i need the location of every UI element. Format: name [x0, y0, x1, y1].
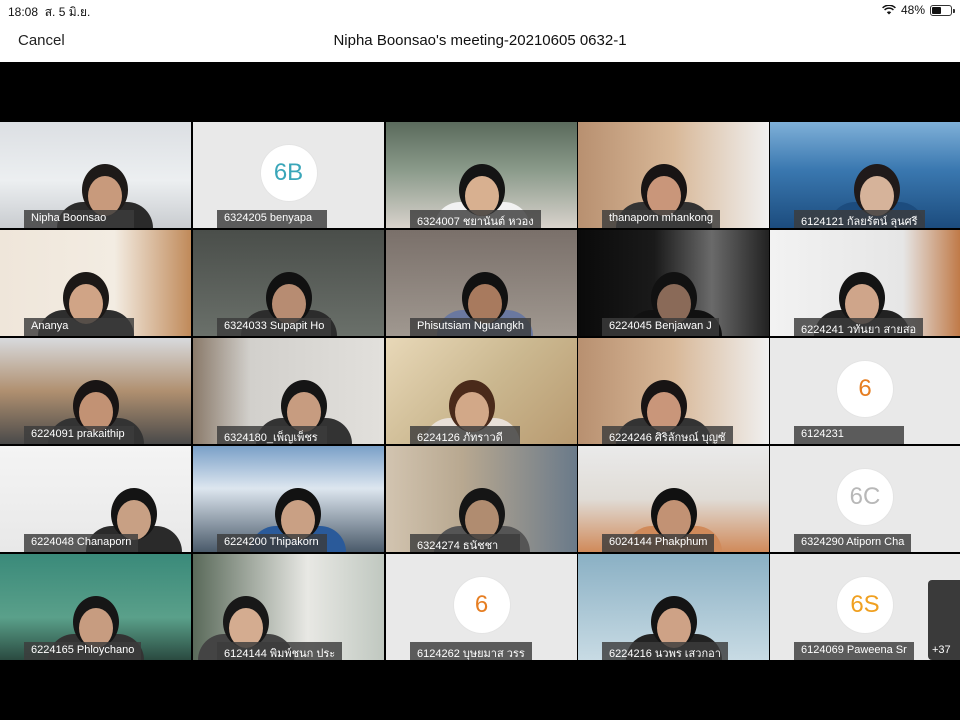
participant-avatar: 6	[453, 577, 510, 633]
meeting-title: Nipha Boonsao's meeting-20210605 0632-1	[333, 32, 627, 49]
status-date: ส. 5 มิ.ย.	[44, 5, 91, 19]
participant-tile[interactable]: 6024144 Phakphum	[578, 446, 769, 552]
participant-name: 6224091 prakaithip	[24, 426, 134, 444]
participant-name: 6224200 Thipakorn	[217, 534, 327, 552]
participant-name: 6124069 Paweena Sr	[794, 642, 914, 660]
participant-name: 6224126 ภัทราวดี	[410, 426, 520, 444]
participant-tile[interactable]: 6224241 วทันยา สายสอ	[770, 230, 960, 336]
participant-name: 6224241 วทันยา สายสอ	[794, 318, 924, 336]
participant-tile[interactable]: 6224126 ภัทราวดี	[386, 338, 577, 444]
wifi-icon	[882, 5, 896, 15]
battery-icon	[930, 4, 955, 16]
participant-tile[interactable]: 6224165 Phloychano	[0, 554, 191, 660]
participant-name: 6324180_เพ็ญเพ็ชร	[217, 426, 327, 444]
status-bar: 18:08 ส. 5 มิ.ย. 48%	[0, 0, 960, 20]
participant-name: Phisutsiam Nguangkh	[410, 318, 532, 336]
participant-name: 6324274 ธนัชชา	[410, 534, 520, 552]
battery-percent: 48%	[900, 3, 925, 17]
participant-name: 6224246 ศิริลักษณ์ บุญซั	[602, 426, 733, 444]
nav-bar: Cancel Nipha Boonsao's meeting-20210605 …	[0, 20, 960, 62]
participant-name: 6324007 ชยานันต์ หวอง	[410, 210, 541, 228]
participant-avatar: 6C	[837, 469, 893, 525]
participant-tile[interactable]: 6224048 Chanaporn	[0, 446, 191, 552]
participant-tile[interactable]: 6124121 กัลยรัตน์ ลุนศรี	[770, 122, 960, 228]
participant-tile[interactable]: Ananya	[0, 230, 191, 336]
participant-tile[interactable]: Nipha Boonsao	[0, 122, 191, 228]
participant-tile[interactable]: 6B 6324205 benyapa	[193, 122, 384, 228]
participant-name: 6224216 นวพร เสวกอา	[602, 642, 728, 660]
participant-tile[interactable]: 6324274 ธนัชชา	[386, 446, 577, 552]
participant-tile[interactable]: 6 6124231	[770, 338, 960, 444]
participant-tile[interactable]: thanaporn mhankong	[578, 122, 769, 228]
participant-tile[interactable]: Phisutsiam Nguangkh	[386, 230, 577, 336]
participant-name: Nipha Boonsao	[24, 210, 134, 228]
more-participants-button[interactable]: +37	[928, 580, 960, 660]
participant-avatar: 6	[837, 361, 893, 417]
participant-name: 6224045 Benjawan J	[602, 318, 719, 336]
participant-name: 6224165 Phloychano	[24, 642, 142, 660]
participant-tile[interactable]: 6 6124262 บุษยมาส วรร	[386, 554, 577, 660]
participant-tile[interactable]: 6224091 prakaithip	[0, 338, 191, 444]
participant-name: 6324205 benyapa	[217, 210, 327, 228]
participant-tile[interactable]: 6224246 ศิริลักษณ์ บุญซั	[578, 338, 769, 444]
status-right: 48%	[882, 3, 955, 17]
participant-name: 6024144 Phakphum	[602, 534, 715, 552]
participant-name: 6124262 บุษยมาส วรร	[410, 642, 532, 660]
participant-avatar: 6S	[837, 577, 893, 633]
participant-name: 6324290 Atiporn Cha	[794, 534, 912, 552]
participant-name: thanaporn mhankong	[602, 210, 720, 228]
participant-tile[interactable]: 6324033 Supapit Ho	[193, 230, 384, 336]
participant-name: Ananya	[24, 318, 134, 336]
more-participants-count: +37	[932, 644, 951, 656]
participant-grid: Nipha Boonsao 6B 6324205 benyapa 6324007 ชย…	[0, 122, 960, 662]
participant-name: 6124231	[794, 426, 904, 444]
participant-tile[interactable]: 6124144 พิมพ์ชนก ประ	[193, 554, 384, 660]
participant-name: 6124144 พิมพ์ชนก ประ	[217, 642, 343, 660]
participant-tile[interactable]: 6324180_เพ็ญเพ็ชร	[193, 338, 384, 444]
battery-level	[932, 6, 941, 14]
participant-avatar: 6B	[260, 145, 317, 201]
participant-tile[interactable]: 6224200 Thipakorn	[193, 446, 384, 552]
participant-name: 6324033 Supapit Ho	[217, 318, 332, 336]
participant-name: 6124121 กัลยรัตน์ ลุนศรี	[794, 210, 925, 228]
participant-name: 6224048 Chanaporn	[24, 534, 139, 552]
participant-tile[interactable]: 6224216 นวพร เสวกอา	[578, 554, 769, 660]
participant-tile[interactable]: 6324007 ชยานันต์ หวอง	[386, 122, 577, 228]
participant-tile[interactable]: 6224045 Benjawan J	[578, 230, 769, 336]
participant-tile[interactable]: 6C 6324290 Atiporn Cha	[770, 446, 960, 552]
